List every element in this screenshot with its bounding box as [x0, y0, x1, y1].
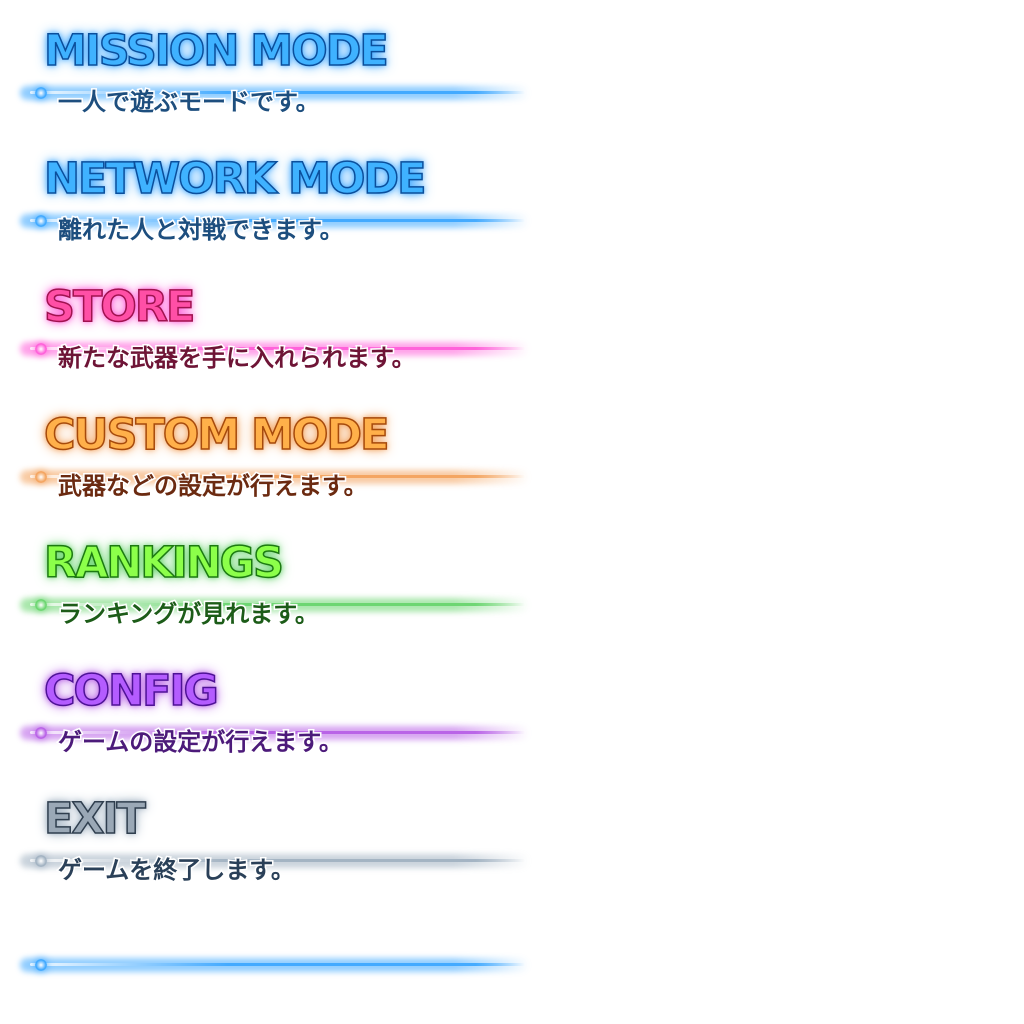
menu-item-description: ランキングが見れます。	[57, 600, 321, 628]
menu-item-description: 離れた人と対戦できます。	[57, 216, 346, 244]
menu-item-glow-dot	[35, 471, 47, 483]
menu-item-glow-dot	[35, 855, 47, 867]
menu-item-mission-mode[interactable]: MISSION MODE 一人で遊ぶモードです。	[0, 26, 560, 130]
menu-item-config[interactable]: CONFIG ゲームの設定が行えます。	[0, 666, 560, 770]
menu-item-rankings[interactable]: RANKINGS ランキングが見れます。	[0, 538, 560, 642]
menu-item-title: MISSION MODE	[43, 26, 389, 76]
menu-item-description: ゲームの設定が行えます。	[57, 728, 345, 756]
menu-item-description: 武器などの設定が行えます。	[57, 472, 370, 500]
bottom-glow-line	[0, 945, 560, 985]
bottom-glow-dot	[35, 959, 47, 971]
menu-item-store[interactable]: STORE 新たな武器を手に入れられます。	[0, 282, 560, 386]
menu-item-custom-mode[interactable]: CUSTOM MODE 武器などの設定が行えます。	[0, 410, 560, 514]
menu-item-title: RANKINGS	[43, 538, 284, 588]
menu-item-glow-dot	[35, 727, 47, 739]
menu-item-description: 新たな武器を手に入れられます。	[57, 344, 418, 372]
menu-item-glow-dot	[35, 215, 47, 227]
menu-item-title: NETWORK MODE	[43, 154, 427, 204]
menu-item-description: 一人で遊ぶモードです。	[57, 88, 322, 116]
menu-item-description: ゲームを終了します。	[57, 856, 297, 884]
menu-item-title: STORE	[43, 282, 196, 332]
main-menu: MISSION MODE 一人で遊ぶモードです。 NETWORK MODE 離れた人と…	[0, 0, 1024, 1024]
menu-item-glow-dot	[35, 343, 47, 355]
menu-item-title: EXIT	[43, 794, 146, 844]
menu-item-network-mode[interactable]: NETWORK MODE 離れた人と対戦できます。	[0, 154, 560, 258]
menu-item-glow-dot	[35, 87, 47, 99]
menu-item-glow-dot	[35, 599, 47, 611]
bottom-glow-core	[30, 963, 525, 966]
menu-item-title: CUSTOM MODE	[43, 410, 390, 460]
menu-item-title: CONFIG	[43, 666, 219, 716]
menu-item-exit[interactable]: EXIT ゲームを終了します。	[0, 794, 560, 898]
